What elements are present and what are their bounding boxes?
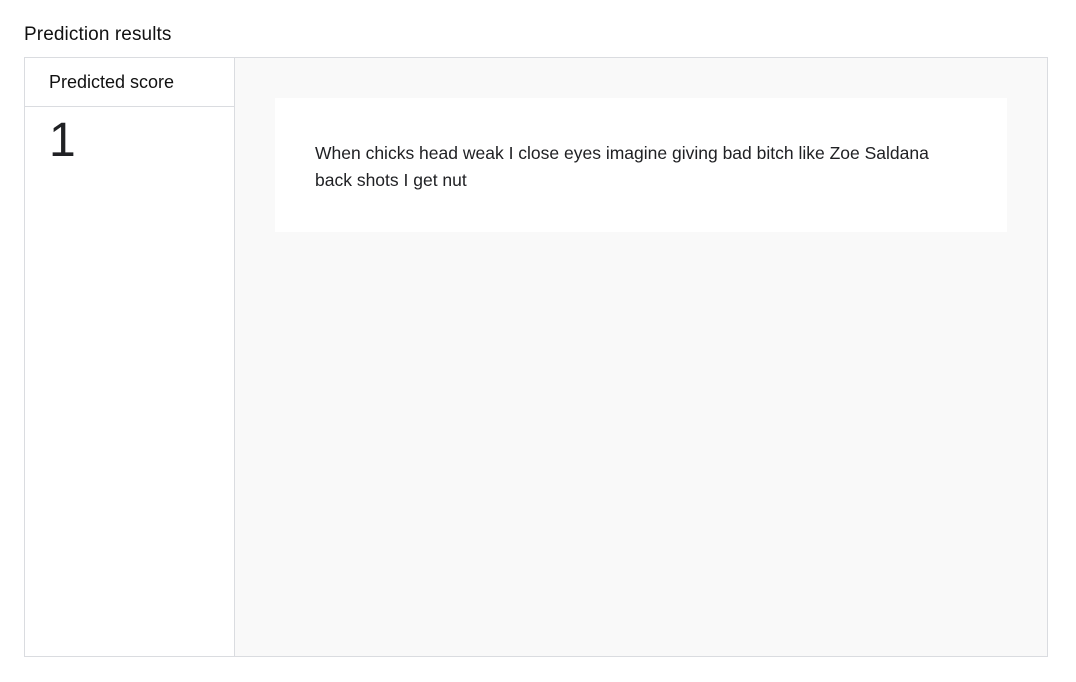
input-text: When chicks head weak I close eyes imagi… <box>315 143 929 190</box>
input-text-area: When chicks head weak I close eyes imagi… <box>235 58 1047 656</box>
predicted-score-value: 1 <box>49 114 76 167</box>
predicted-score-header: Predicted score <box>25 58 234 107</box>
input-text-card: When chicks head weak I close eyes imagi… <box>275 98 1007 232</box>
prediction-results-panel: Predicted score 1 When chicks head weak … <box>24 57 1048 657</box>
score-column: Predicted score 1 <box>25 58 235 656</box>
page-title: Prediction results <box>24 24 172 45</box>
